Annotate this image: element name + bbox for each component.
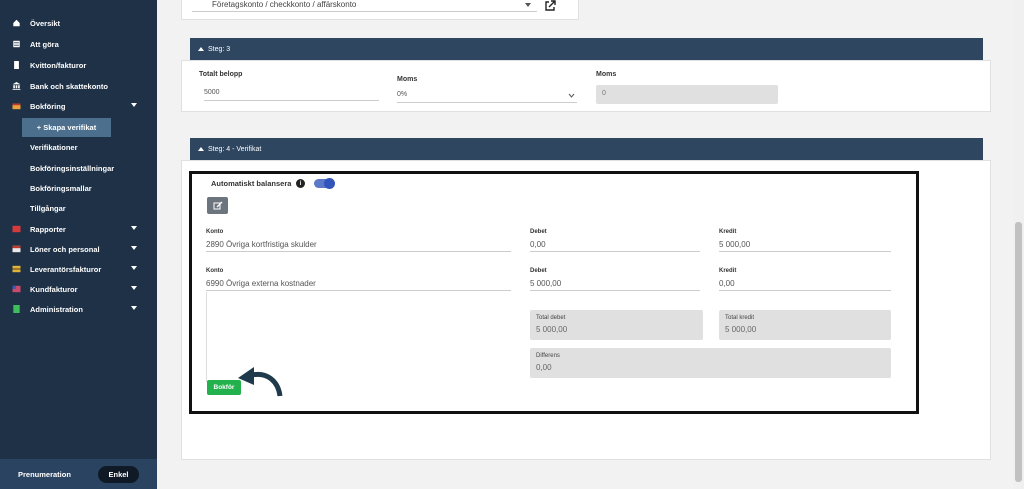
step3-title: Steg: 3 — [208, 45, 231, 53]
auto-balance-toggle[interactable] — [314, 178, 335, 189]
chevron-down-icon — [131, 246, 137, 250]
scrollbar[interactable] — [1013, 0, 1024, 489]
bank-icon — [12, 82, 21, 90]
edit-button[interactable] — [207, 197, 228, 214]
info-icon[interactable]: i — [296, 179, 305, 188]
debet-label: Debet — [530, 268, 547, 274]
konto-label: Konto — [206, 268, 224, 274]
chevron-down-icon — [131, 226, 137, 230]
total-debet-label: Total debet — [536, 315, 566, 321]
total-debet-value: 5 000,00 — [536, 325, 568, 334]
chevron-down-icon — [525, 3, 531, 7]
nav-label: Kvitton/fakturor — [30, 60, 87, 70]
kredit-label: Kredit — [719, 268, 737, 274]
total-input[interactable]: 5000 — [204, 87, 379, 101]
chevron-down-icon — [568, 93, 575, 98]
plan-badge[interactable]: Enkel — [98, 466, 139, 483]
total-kredit-label: Total kredit — [725, 315, 755, 321]
nav-bokforing[interactable]: Bokföring — [0, 96, 157, 116]
invoice-out-icon — [12, 285, 21, 293]
kredit-field[interactable]: 0,00 — [719, 277, 891, 291]
moms2-value: 0 — [602, 90, 606, 97]
home-icon — [13, 19, 20, 27]
nav-label: Administration — [30, 304, 83, 314]
nav-label: Bank och skattekonto — [30, 81, 108, 91]
nav-kvitton[interactable]: Kvitton/fakturor — [0, 55, 157, 75]
moms2-label: Moms — [596, 71, 617, 78]
step3-header[interactable]: Steg: 3 — [190, 38, 983, 60]
receipt-icon — [14, 61, 19, 69]
kredit-field[interactable]: 5 000,00 — [719, 238, 891, 252]
people-icon — [12, 245, 21, 253]
debet-label: Debet — [530, 229, 547, 235]
moms2-field: 0 — [596, 85, 778, 104]
nav-label: Leverantörsfakturor — [30, 264, 102, 274]
arrow-up-icon — [198, 147, 204, 151]
arrow-up-icon — [198, 47, 204, 51]
nav-leverantorsfakturor[interactable]: Leverantörsfakturor — [0, 259, 157, 279]
scroll-thumb[interactable] — [1015, 222, 1022, 482]
nav-label: Löner och personal — [30, 244, 100, 254]
step4-header[interactable]: Steg: 4 - Verifikat — [190, 138, 983, 160]
external-link-icon[interactable] — [544, 0, 556, 12]
konto-field[interactable]: 2890 Övriga kortfristiga skulder — [206, 238, 511, 252]
sidebar: Översikt Att göra Kvitton/fakturor Bank … — [0, 0, 157, 489]
auto-balance-label: Automatiskt balansera — [211, 179, 292, 188]
nav-bank[interactable]: Bank och skattekonto — [0, 76, 157, 96]
book-icon — [12, 103, 21, 110]
nav-att-gora[interactable]: Att göra — [0, 34, 157, 54]
sub-bokforingsinstallningar[interactable]: Bokföringsinställningar — [30, 164, 114, 173]
nav-oversikt[interactable]: Översikt — [0, 13, 157, 33]
sub-tillgangar[interactable]: Tillgångar — [30, 204, 66, 213]
step3-body: Totalt belopp 5000 Moms 0% Moms 0 — [181, 60, 991, 112]
total-kredit-field: Total kredit 5 000,00 — [719, 310, 891, 340]
nav-kundfakturor[interactable]: Kundfakturor — [0, 279, 157, 299]
curved-arrow-icon — [238, 367, 283, 397]
chart-icon — [12, 225, 21, 233]
account-select[interactable]: Företagskonto / checkkonto / affärskonto — [192, 0, 537, 12]
list-icon — [13, 40, 20, 48]
admin-icon — [13, 305, 20, 313]
kredit-label: Kredit — [719, 229, 737, 235]
account-select-value: Företagskonto / checkkonto / affärskonto — [212, 0, 357, 9]
toggle-knob — [324, 178, 335, 189]
account-card: Företagskonto / checkkonto / affärskonto — [181, 0, 579, 20]
nav-label: Bokföring — [30, 101, 66, 111]
chevron-down-icon — [131, 286, 137, 290]
konto-label: Konto — [206, 229, 224, 235]
chevron-down-icon — [131, 103, 137, 107]
differens-value: 0,00 — [536, 363, 552, 372]
moms-select[interactable]: 0% — [397, 89, 577, 103]
chevron-down-icon — [131, 266, 137, 270]
edit-icon — [213, 201, 222, 209]
sub-verifikationer[interactable]: Verifikationer — [30, 143, 78, 152]
moms-label: Moms — [397, 76, 418, 83]
total-debet-field: Total debet 5 000,00 — [530, 310, 703, 340]
debet-field[interactable]: 0,00 — [530, 238, 700, 252]
nav-label: Att göra — [30, 39, 59, 49]
chevron-down-icon — [131, 306, 137, 310]
differens-label: Differens — [536, 353, 560, 359]
prenumeration-link[interactable]: Prenumeration — [18, 470, 71, 479]
total-kredit-value: 5 000,00 — [725, 325, 757, 334]
total-label: Totalt belopp — [199, 71, 243, 78]
nav-loner[interactable]: Löner och personal — [0, 239, 157, 259]
konto-field[interactable]: 6990 Övriga externa kostnader — [206, 277, 511, 291]
nav-label: Kundfakturor — [30, 284, 78, 294]
debet-field[interactable]: 5 000,00 — [530, 277, 700, 291]
nav-administration[interactable]: Administration — [0, 299, 157, 319]
nav-label: Rapporter — [30, 224, 66, 234]
nav-rapporter[interactable]: Rapporter — [0, 219, 157, 239]
divider — [206, 292, 207, 382]
differens-field: Differens 0,00 — [530, 348, 891, 378]
nav-label: Översikt — [30, 18, 61, 28]
sub-bokforingsmallar[interactable]: Bokföringsmallar — [30, 184, 92, 193]
sidebar-footer: Prenumeration Enkel — [0, 459, 157, 489]
sub-skapa-verifikat[interactable]: + Skapa verifikat — [22, 118, 111, 137]
step4-title: Steg: 4 - Verifikat — [208, 145, 262, 153]
moms-select-value: 0% — [397, 91, 408, 98]
invoice-in-icon — [12, 265, 21, 273]
